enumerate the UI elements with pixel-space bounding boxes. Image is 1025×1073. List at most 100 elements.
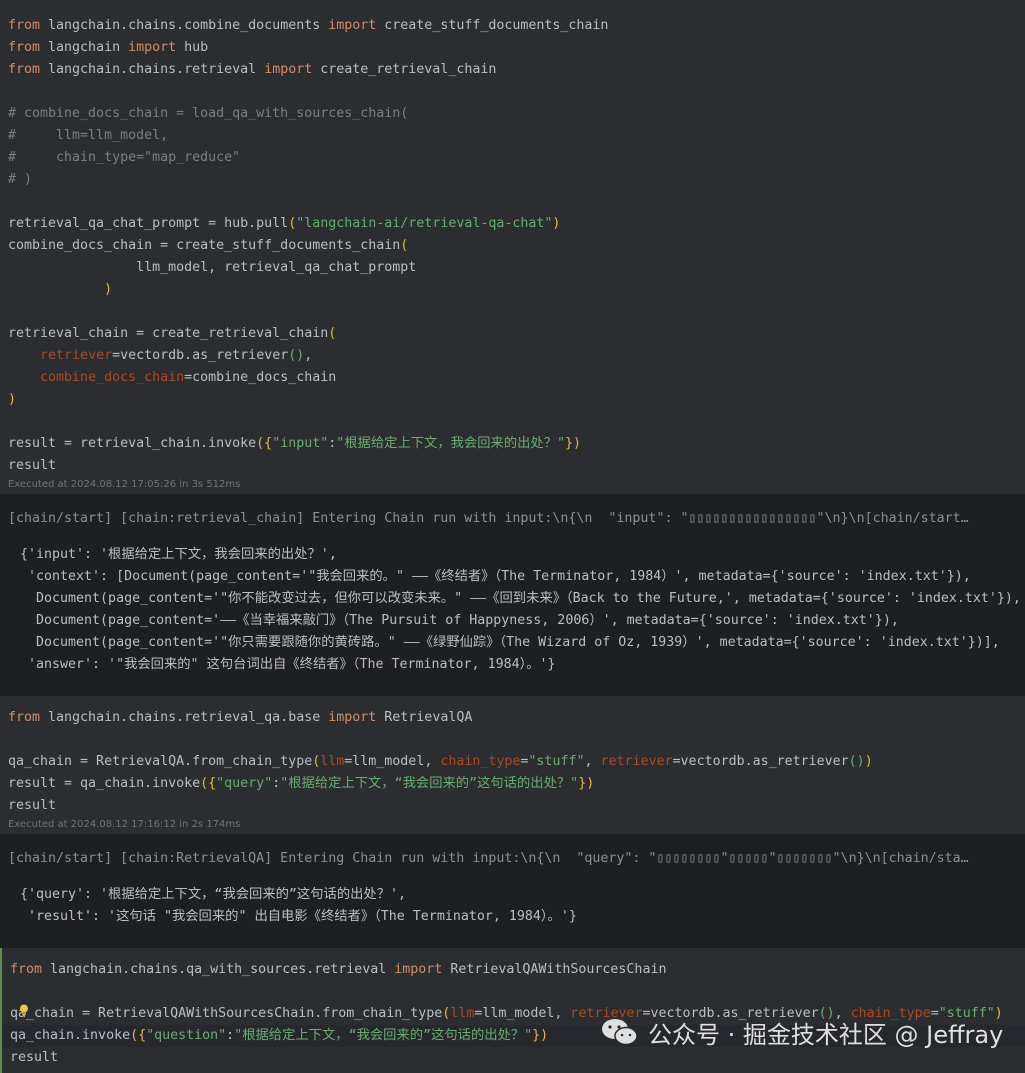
- output-line: Document(page_content='"你不能改变过去，但你可以改变未来…: [20, 591, 1021, 606]
- code-line[interactable]: result: [8, 455, 56, 477]
- code-token: "query": [216, 776, 273, 791]
- code-token: from: [8, 18, 49, 33]
- output-cell-1: [chain/start] [chain:retrieval_chain] En…: [0, 494, 1025, 696]
- code-token: retriever: [40, 348, 113, 363]
- code-token: llm_model, retrieval_qa_chat_prompt: [8, 260, 417, 275]
- code-line[interactable]: ): [8, 279, 112, 301]
- output-line: Document(page_content='"你只需要跟随你的黄砖路。" ——…: [20, 635, 1000, 650]
- code-line[interactable]: ): [8, 389, 16, 411]
- code-token: langchain.chains.qa_with_sources.retriev…: [50, 962, 395, 977]
- code-line[interactable]: result: [10, 1047, 58, 1069]
- code-token: (: [400, 238, 409, 253]
- code-token: ): [8, 392, 17, 407]
- code-token: result: [8, 798, 57, 813]
- code-line[interactable]: retriever=vectordb.as_retriever(),: [8, 345, 312, 367]
- code-cell-1[interactable]: from langchain.chains.combine_documents …: [0, 0, 1025, 494]
- code-token: (): [288, 348, 305, 363]
- code-token: langchain: [48, 40, 129, 55]
- code-line[interactable]: combine_docs_chain=combine_docs_chain: [8, 367, 336, 389]
- code-token: result: [8, 458, 57, 473]
- code-token: }): [532, 1028, 549, 1043]
- code-token: result = retrieval_chain.invoke: [8, 436, 257, 451]
- watermark-text: 公众号 · 掘金技术社区 @ Jeffray: [648, 1020, 1004, 1049]
- code-token: import: [128, 40, 185, 55]
- code-line[interactable]: from langchain.chains.combine_documents …: [8, 15, 608, 37]
- code-line[interactable]: # ): [8, 169, 32, 191]
- code-token: from: [10, 962, 51, 977]
- code-token: ): [864, 754, 873, 769]
- code-line[interactable]: from langchain.chains.retrieval_qa.base …: [8, 707, 472, 729]
- code-token: RetrievalQAWithSourcesChain: [450, 962, 667, 977]
- code-token: llm: [320, 754, 345, 769]
- code-token: RetrievalQA: [384, 710, 473, 725]
- code-token: combine_docs_chain = create_stuff_docume…: [8, 238, 401, 253]
- output-line: 'result': '这句话 "我会回来的" 出自电影《终结者》（The Ter…: [20, 909, 577, 924]
- code-token: from: [8, 710, 49, 725]
- code-line[interactable]: from langchain import hub: [8, 37, 208, 59]
- code-line[interactable]: from langchain.chains.retrieval import c…: [8, 59, 496, 81]
- execution-time: Executed at 2024.08.12 17:05:26 in 3s 51…: [8, 479, 241, 490]
- code-token: langchain.chains.retrieval_qa.base: [48, 710, 329, 725]
- code-token: =combine_docs_chain: [184, 370, 337, 385]
- code-token: import: [328, 710, 385, 725]
- output-cell-2: [chain/start] [chain:RetrievalQA] Enteri…: [0, 834, 1025, 948]
- lightbulb-icon[interactable]: [19, 1004, 29, 1016]
- chain-log-line[interactable]: [chain/start] [chain:retrieval_chain] En…: [8, 508, 969, 530]
- code-token: =vectordb.as_retriever: [112, 348, 289, 363]
- code-token: langchain.chains.combine_documents: [48, 18, 329, 33]
- code-token: retrieval_qa_chat_prompt = hub.pull: [8, 216, 289, 231]
- code-line[interactable]: # combine_docs_chain = load_qa_with_sour…: [8, 103, 408, 125]
- code-token: "langchain-ai/retrieval-qa-chat": [296, 216, 553, 231]
- code-token: qa_chain = RetrievalQAWithSourcesChain.f…: [10, 1006, 443, 1021]
- code-token: ({: [256, 436, 273, 451]
- code-token: # combine_docs_chain = load_qa_with_sour…: [8, 106, 409, 121]
- code-token: "input": [272, 436, 329, 451]
- code-line[interactable]: result = retrieval_chain.invoke({"input"…: [8, 433, 581, 455]
- code-token: =vectordb.as_retriever: [672, 754, 849, 769]
- code-line[interactable]: retrieval_qa_chat_prompt = hub.pull("lan…: [8, 213, 560, 235]
- code-token: # ): [8, 172, 33, 187]
- code-line[interactable]: llm_model, retrieval_qa_chat_prompt: [8, 257, 416, 279]
- code-cell-2[interactable]: from langchain.chains.retrieval_qa.base …: [0, 696, 1025, 834]
- code-token: }): [578, 776, 595, 791]
- code-token: (: [328, 326, 337, 341]
- code-token: chain_type: [440, 754, 521, 769]
- code-token: qa_chain = RetrievalQA.from_chain_type: [8, 754, 313, 769]
- code-token: "根据给定上下文，我会回来的出处？": [336, 436, 566, 451]
- code-token: (): [848, 754, 865, 769]
- code-cell-3[interactable]: from langchain.chains.qa_with_sources.re…: [0, 948, 1025, 1073]
- code-token: "根据给定上下文，“我会回来的”这句话的出处？": [280, 776, 579, 791]
- output-line: 'answer': '"我会回来的" 这句台词出自《终结者》（The Termi…: [20, 657, 556, 672]
- code-token: "根据给定上下文，“我会回来的”这句话的出处？": [234, 1028, 533, 1043]
- chain-log-line[interactable]: [chain/start] [chain:RetrievalQA] Enteri…: [8, 848, 969, 870]
- code-token: combine_docs_chain: [40, 370, 185, 385]
- code-token: from: [8, 40, 49, 55]
- code-token: # chain_type="map_reduce": [8, 150, 241, 165]
- code-line[interactable]: # chain_type="map_reduce": [8, 147, 240, 169]
- code-line[interactable]: # llm=llm_model,: [8, 125, 168, 147]
- code-token: "question": [146, 1028, 227, 1043]
- code-token: =llm_model,: [474, 1006, 571, 1021]
- code-line[interactable]: retrieval_chain = create_retrieval_chain…: [8, 323, 336, 345]
- code-token: create_retrieval_chain: [320, 62, 497, 77]
- code-line[interactable]: combine_docs_chain = create_stuff_docume…: [8, 235, 408, 257]
- code-line[interactable]: result = qa_chain.invoke({"query":"根据给定上…: [8, 773, 594, 795]
- output-line: {'input': '根据给定上下文，我会回来的出处？',: [20, 547, 337, 562]
- code-token: from: [8, 62, 49, 77]
- code-line[interactable]: qa_chain = RetrievalQA.from_chain_type(l…: [8, 751, 873, 773]
- output-line: {'query': '根据给定上下文，“我会回来的”这句话的出处？',: [20, 887, 407, 902]
- code-token: import: [328, 18, 385, 33]
- code-line[interactable]: qa_chain.invoke({"question":"根据给定上下文，“我会…: [10, 1025, 548, 1047]
- code-token: langchain.chains.retrieval: [48, 62, 265, 77]
- code-token: result = qa_chain.invoke: [8, 776, 201, 791]
- code-line[interactable]: from langchain.chains.qa_with_sources.re…: [10, 959, 666, 981]
- code-line[interactable]: result: [8, 795, 56, 817]
- code-token: :: [226, 1028, 235, 1043]
- output-line: Document(page_content='——《当幸福来敲门》（The Pu…: [20, 613, 899, 628]
- code-token: import: [394, 962, 451, 977]
- code-token: retrieval_chain = create_retrieval_chain: [8, 326, 329, 341]
- code-token: import: [264, 62, 321, 77]
